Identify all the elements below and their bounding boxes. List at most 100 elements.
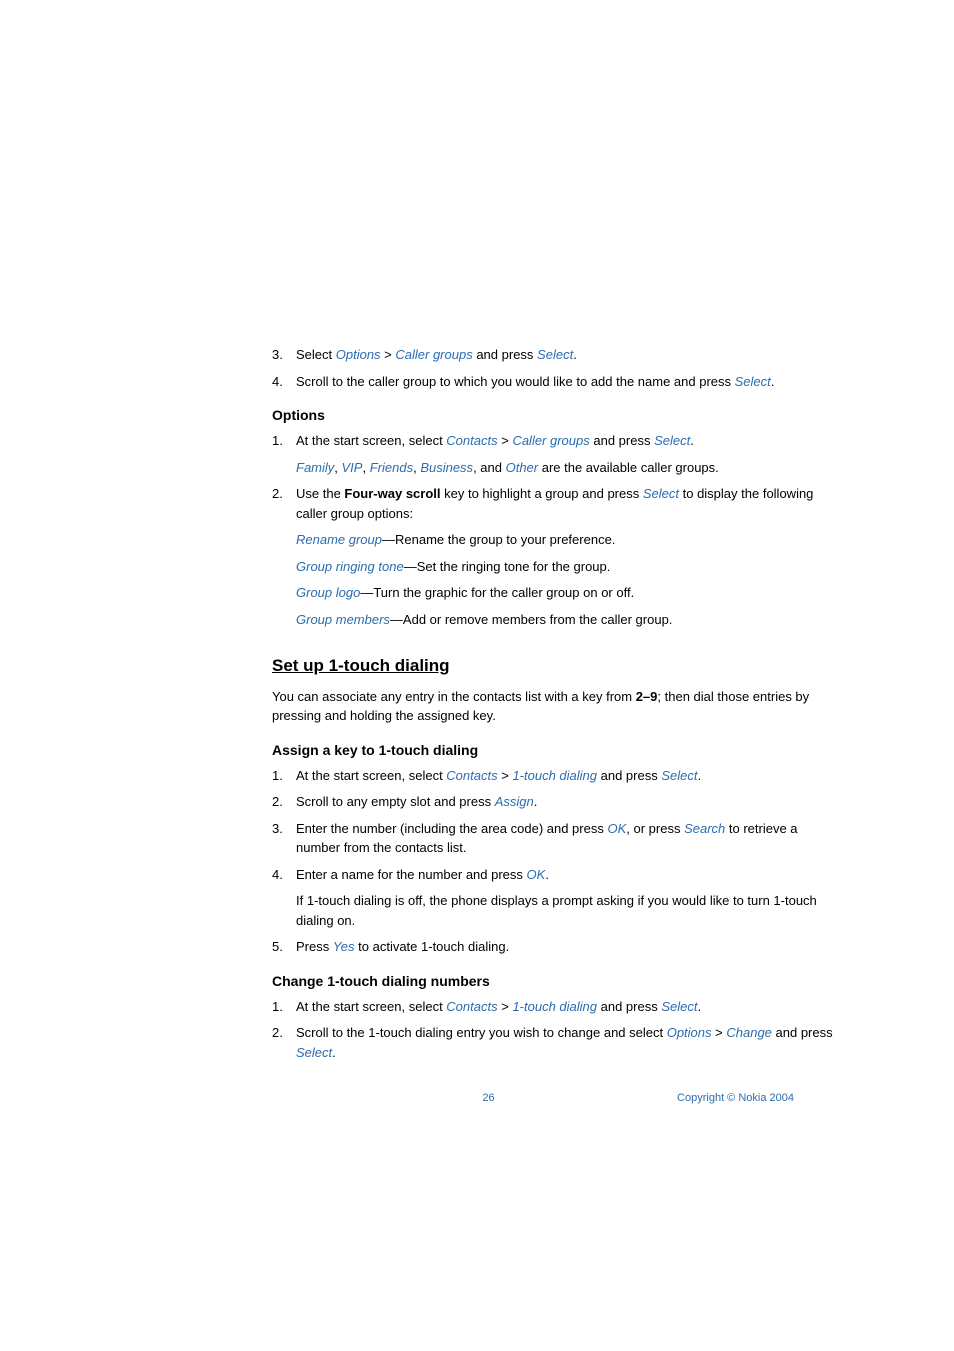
ok-link[interactable]: OK bbox=[527, 867, 546, 882]
list-body: Enter a name for the number and press OK… bbox=[296, 865, 834, 885]
ok-link[interactable]: OK bbox=[607, 821, 626, 836]
select-link[interactable]: Select bbox=[296, 1045, 332, 1060]
text: Press bbox=[296, 939, 333, 954]
assign-step-1: 1. At the start screen, select Contacts … bbox=[272, 766, 834, 786]
group-ringing-tone-option: Group ringing tone—Set the ringing tone … bbox=[296, 557, 834, 577]
rename-group-option: Rename group—Rename the group to your pr… bbox=[296, 530, 834, 550]
list-number: 2. bbox=[272, 1023, 296, 1062]
friends-link[interactable]: Friends bbox=[370, 460, 413, 475]
assign-link[interactable]: Assign bbox=[495, 794, 534, 809]
caller-groups-link[interactable]: Caller groups bbox=[395, 347, 472, 362]
select-link[interactable]: Select bbox=[661, 768, 697, 783]
options-step-1-sub: Family, VIP, Friends, Business, and Othe… bbox=[296, 458, 834, 478]
text: > bbox=[712, 1025, 727, 1040]
options-step-1: 1. At the start screen, select Contacts … bbox=[272, 431, 834, 451]
text: Use the bbox=[296, 486, 344, 501]
select-link[interactable]: Select bbox=[735, 374, 771, 389]
assign-step-3: 3. Enter the number (including the area … bbox=[272, 819, 834, 858]
text: . bbox=[690, 433, 694, 448]
list-number: 1. bbox=[272, 431, 296, 451]
text: . bbox=[545, 867, 549, 882]
contacts-link[interactable]: Contacts bbox=[446, 999, 497, 1014]
text: . bbox=[534, 794, 538, 809]
select-link[interactable]: Select bbox=[661, 999, 697, 1014]
list-number: 2. bbox=[272, 792, 296, 812]
options-link[interactable]: Options bbox=[667, 1025, 712, 1040]
text: , bbox=[362, 460, 369, 475]
assign-step-5: 5. Press Yes to activate 1-touch dialing… bbox=[272, 937, 834, 957]
assign-step-4: 4. Enter a name for the number and press… bbox=[272, 865, 834, 885]
text: —Turn the graphic for the caller group o… bbox=[360, 585, 634, 600]
options-step-2: 2. Use the Four-way scroll key to highli… bbox=[272, 484, 834, 523]
key-range-text: 2–9 bbox=[636, 689, 658, 704]
group-logo-link[interactable]: Group logo bbox=[296, 585, 360, 600]
change-step-1: 1. At the start screen, select Contacts … bbox=[272, 997, 834, 1017]
list-body: Scroll to the caller group to which you … bbox=[296, 372, 834, 392]
list-body: Enter the number (including the area cod… bbox=[296, 819, 834, 858]
options-link[interactable]: Options bbox=[336, 347, 381, 362]
setup-heading: Set up 1-touch dialing bbox=[272, 653, 834, 679]
assign-heading: Assign a key to 1-touch dialing bbox=[272, 740, 834, 761]
change-heading: Change 1-touch dialing numbers bbox=[272, 971, 834, 992]
list-body: At the start screen, select Contacts > 1… bbox=[296, 997, 834, 1017]
group-members-link[interactable]: Group members bbox=[296, 612, 390, 627]
list-body: Use the Four-way scroll key to highlight… bbox=[296, 484, 834, 523]
other-link[interactable]: Other bbox=[506, 460, 539, 475]
text: Scroll to the caller group to which you … bbox=[296, 374, 735, 389]
text: key to highlight a group and press bbox=[441, 486, 643, 501]
step-3: 3. Select Options > Caller groups and pr… bbox=[272, 345, 834, 365]
text: . bbox=[697, 999, 701, 1014]
text: —Add or remove members from the caller g… bbox=[390, 612, 673, 627]
family-link[interactable]: Family bbox=[296, 460, 334, 475]
caller-groups-link[interactable]: Caller groups bbox=[512, 433, 589, 448]
group-ringing-tone-link[interactable]: Group ringing tone bbox=[296, 559, 404, 574]
list-number: 5. bbox=[272, 937, 296, 957]
business-link[interactable]: Business bbox=[420, 460, 473, 475]
change-link[interactable]: Change bbox=[726, 1025, 772, 1040]
yes-link[interactable]: Yes bbox=[333, 939, 355, 954]
contacts-link[interactable]: Contacts bbox=[446, 433, 497, 448]
text: and press bbox=[473, 347, 537, 362]
text: > bbox=[498, 768, 513, 783]
text: Select bbox=[296, 347, 336, 362]
text: —Rename the group to your preference. bbox=[382, 532, 615, 547]
text: , bbox=[334, 460, 341, 475]
one-touch-dialing-link[interactable]: 1-touch dialing bbox=[512, 768, 597, 783]
select-link[interactable]: Select bbox=[643, 486, 679, 501]
text: and press bbox=[772, 1025, 833, 1040]
vip-link[interactable]: VIP bbox=[342, 460, 363, 475]
text: , and bbox=[473, 460, 506, 475]
list-body: Select Options > Caller groups and press… bbox=[296, 345, 834, 365]
group-logo-option: Group logo—Turn the graphic for the call… bbox=[296, 583, 834, 603]
text: are the available caller groups. bbox=[538, 460, 719, 475]
change-step-2: 2. Scroll to the 1-touch dialing entry y… bbox=[272, 1023, 834, 1062]
footer: 26 Copyright © Nokia 2004 bbox=[0, 1090, 954, 1107]
rename-group-link[interactable]: Rename group bbox=[296, 532, 382, 547]
page-number: 26 bbox=[300, 1090, 677, 1107]
text: > bbox=[498, 999, 513, 1014]
text: to activate 1-touch dialing. bbox=[355, 939, 510, 954]
select-link[interactable]: Select bbox=[654, 433, 690, 448]
contacts-link[interactable]: Contacts bbox=[446, 768, 497, 783]
search-link[interactable]: Search bbox=[684, 821, 725, 836]
list-number: 4. bbox=[272, 865, 296, 885]
list-number: 2. bbox=[272, 484, 296, 523]
text: and press bbox=[597, 768, 661, 783]
select-link[interactable]: Select bbox=[537, 347, 573, 362]
list-body: Scroll to any empty slot and press Assig… bbox=[296, 792, 834, 812]
text: > bbox=[381, 347, 396, 362]
text: . bbox=[332, 1045, 336, 1060]
list-number: 4. bbox=[272, 372, 296, 392]
text: and press bbox=[597, 999, 661, 1014]
text: Scroll to any empty slot and press bbox=[296, 794, 495, 809]
copyright-text: Copyright © Nokia 2004 bbox=[677, 1090, 794, 1107]
four-way-scroll-text: Four-way scroll bbox=[344, 486, 440, 501]
one-touch-dialing-link[interactable]: 1-touch dialing bbox=[512, 999, 597, 1014]
setup-intro: You can associate any entry in the conta… bbox=[272, 687, 834, 726]
list-number: 1. bbox=[272, 997, 296, 1017]
list-body: At the start screen, select Contacts > C… bbox=[296, 431, 834, 451]
text: . bbox=[771, 374, 775, 389]
text: and press bbox=[590, 433, 654, 448]
list-number: 3. bbox=[272, 819, 296, 858]
step-4: 4. Scroll to the caller group to which y… bbox=[272, 372, 834, 392]
